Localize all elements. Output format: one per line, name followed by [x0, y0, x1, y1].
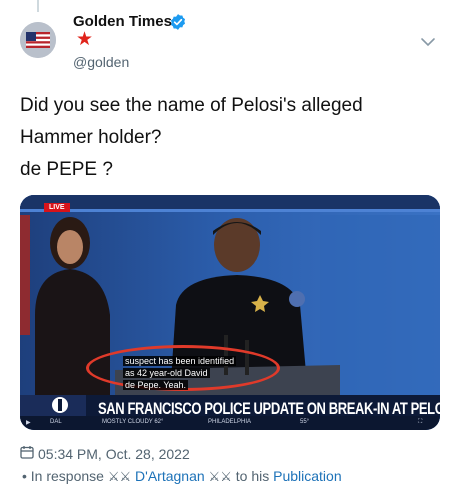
ticker-item: DAL	[50, 419, 62, 425]
play-icon[interactable]: ▶	[26, 419, 31, 426]
video-media[interactable]: LIVE suspect has been identified as 42 y…	[20, 195, 440, 430]
reply-user-link[interactable]: D'Artagnan	[135, 468, 205, 484]
reply-prefix: • In response	[22, 468, 104, 484]
closed-caption: suspect has been identified as 42 year-o…	[123, 355, 253, 391]
avatar[interactable]	[20, 22, 56, 58]
video-control-bar[interactable]: ▶ DAL MOSTLY CLOUDY 62° PHILADELPHIA 55°…	[20, 416, 440, 430]
crossed-swords-icon: ⚔⚔	[107, 469, 132, 484]
tweet-line: Did you see the name of Pelosi's alleged	[20, 95, 363, 116]
crossed-swords-icon: ⚔⚔	[208, 469, 232, 484]
thread-connector-line	[37, 0, 39, 12]
red-star-icon: ★	[76, 29, 94, 50]
ticker-item: MOSTLY CLOUDY 62°	[102, 419, 164, 425]
caption-line: de Pepe. Yeah.	[123, 380, 189, 390]
caption-line: as 42 year-old David	[123, 368, 210, 378]
tweet-timestamp[interactable]: 05:34 PM, Oct. 28, 2022	[38, 446, 190, 462]
verified-badge-icon	[170, 14, 186, 30]
author-handle[interactable]: @golden	[73, 54, 129, 70]
live-badge: LIVE	[44, 203, 70, 212]
tweet-line: Hammer holder?	[20, 127, 162, 148]
news-headline: SAN FRANCISCO POLICE UPDATE ON BREAK-IN …	[98, 399, 440, 418]
reply-middle-text: to his	[235, 468, 270, 484]
ticker-item: PHILADELPHIA	[208, 419, 252, 425]
publication-link[interactable]: Publication	[273, 468, 342, 484]
tweet-line: de PEPE ?	[20, 159, 113, 180]
chevron-down-icon[interactable]	[420, 36, 436, 48]
flag-avatar-image	[20, 22, 56, 58]
reply-context: • In response ⚔⚔ D'Artagnan ⚔⚔ to his Pu…	[22, 468, 342, 485]
fullscreen-icon[interactable]: ⛶	[418, 419, 422, 426]
tweet-text: Did you see the name of Pelosi's alleged…	[20, 90, 363, 186]
caption-line: suspect has been identified	[123, 356, 237, 366]
author-name[interactable]: Golden Times	[73, 13, 172, 30]
press-conference-image	[20, 195, 440, 430]
calendar-icon	[20, 446, 34, 459]
ticker-item: 55°	[300, 419, 310, 425]
